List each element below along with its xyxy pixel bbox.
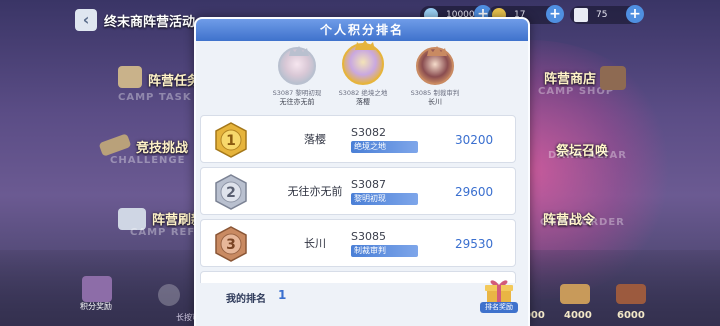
score-reward-label: 积分奖励 [80,302,112,311]
decor-challenge[interactable]: 竞技挑战 [136,137,188,156]
add-circle-icon[interactable] [158,284,180,306]
ticket-icon [574,8,588,22]
crown-icon [427,46,447,56]
back-button[interactable]: ‹ [75,9,97,31]
milestone-cart-icon[interactable] [616,284,646,304]
ranking-row-partial [200,271,516,283]
podium-name: 长川 [428,98,442,106]
panel-header: 个人积分排名 [196,19,528,41]
ranking-row[interactable]: 1 落樱 S3082 绝境之地 30200 [200,115,516,163]
decor-camp-task[interactable]: 阵营任务 [148,70,200,89]
milestone-4000: 4000 [564,310,592,321]
avatar [342,40,384,85]
ranking-row[interactable]: 3 长川 S3085 制裁审判 29530 [200,219,516,267]
podium-first[interactable]: S3082 绝境之地 落樱 [323,40,403,107]
my-rank-label: 我的排名 [226,294,266,305]
player-score: 29600 [455,185,494,199]
podium-server: S3082 绝境之地 [338,89,388,97]
player-name: 落樱 [304,133,326,146]
player-score: 30200 [455,133,494,147]
player-server: S3085 [351,230,386,243]
ranking-row[interactable]: 2 无往亦无前 S3087 黎明初现 29600 [200,167,516,215]
ranking-panel: 个人积分排名 S3087 黎明初现 无往亦无前 S3082 绝境之地 落樱 S3… [194,17,530,326]
medal-rank: 3 [226,237,236,253]
decor-dark-altar-sub: DARK ALTAR [548,150,627,161]
add-resource-button[interactable]: + [546,5,564,23]
my-rank-value: 1 [278,288,287,302]
avatar [416,46,454,85]
resource-value: 75 [596,10,608,20]
avatar [278,46,316,85]
bronze-medal-icon: 3 [215,226,247,262]
sword-icon [98,133,132,157]
shop-icon [600,66,626,90]
panel-title: 个人积分排名 [319,23,404,37]
silver-medal-icon: 2 [215,174,247,210]
crown-icon [355,40,375,50]
player-server: S3087 [351,178,386,191]
player-name: 无往亦无前 [287,185,343,198]
server-tag: 绝境之地 [351,141,418,153]
player-score: 29530 [455,237,494,251]
decor-camp-task-sub: CAMP TASK [118,92,192,103]
podium-third[interactable]: S3085 制裁审判 长川 [395,46,475,107]
add-resource-button[interactable]: + [626,5,644,23]
podium-server: S3085 制裁审判 [410,89,460,97]
player-server: S3082 [351,126,386,139]
player-name: 长川 [304,237,326,250]
back-arrow-icon: ‹ [82,10,90,29]
gold-medal-icon: 1 [215,122,247,158]
crown-icon [289,46,309,56]
milestone-chest-icon[interactable] [560,284,590,304]
task-book-icon [118,66,142,88]
resource-slot-3: 75 + [570,5,644,24]
decor-camp-order-sub: CAMP ORDER [540,217,625,228]
ranking-reward-button[interactable]: 排名奖励 [480,302,518,313]
podium-name: 落樱 [356,98,370,106]
decor-challenge-sub: CHALLENGE [110,155,186,166]
event-title: 终末商阵营活动 [104,15,196,30]
score-reward-icon[interactable] [82,276,112,302]
milestone-6000: 6000 [617,310,645,321]
medal-rank: 1 [226,133,236,149]
server-tag: 黎明初现 [351,193,418,205]
decor-camp-shop[interactable]: 阵营商店 [544,68,596,87]
server-tag: 制裁审判 [351,245,418,257]
medal-rank: 2 [226,185,236,201]
